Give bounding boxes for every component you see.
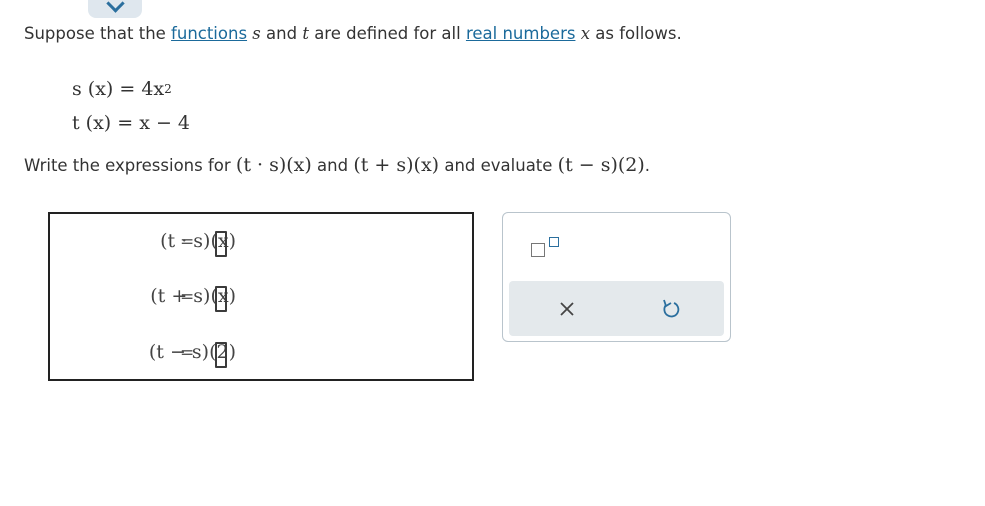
definition-s: s (x) = 4x 2 <box>72 72 190 106</box>
instruction-expr-sum: (t + s)(x) <box>353 154 440 176</box>
clear-button[interactable] <box>553 295 581 323</box>
answer-input-difference[interactable] <box>215 342 227 368</box>
definition-t-expr: t (x) = x − 4 <box>72 111 191 134</box>
definition-s-expr: s (x) = 4x <box>72 77 165 100</box>
intro-and: and <box>260 24 303 43</box>
var-x: x <box>580 24 591 43</box>
instruction-middle: and evaluate <box>439 156 558 175</box>
definition-s-exponent: 2 <box>164 82 172 96</box>
instruction-end: . <box>644 156 651 175</box>
equals-sign: = <box>180 343 195 363</box>
instruction-expr-difference: (t − s)(2) <box>557 154 645 176</box>
var-t: t <box>302 24 309 43</box>
instruction-and: and <box>311 156 354 175</box>
real-numbers-link[interactable]: real numbers <box>466 24 576 43</box>
instruction-expr-product: (t · s)(x) <box>235 154 312 176</box>
instruction-text: Write the expressions for <box>24 156 236 175</box>
instruction: Write the expressions for (t · s)(x) and… <box>24 154 650 176</box>
problem-intro: Suppose that the functions s and t are d… <box>24 24 682 43</box>
collapse-tab[interactable] <box>88 0 142 18</box>
intro-text: Suppose that the <box>24 24 172 43</box>
exponent-box-icon <box>549 237 559 247</box>
undo-button[interactable] <box>657 295 685 323</box>
answer-input-product[interactable] <box>215 231 227 257</box>
functions-link[interactable]: functions <box>171 24 247 43</box>
exponent-template-button[interactable] <box>527 235 567 263</box>
intro-middle: are defined for all <box>308 24 466 43</box>
intro-suffix: as follows. <box>590 24 682 43</box>
answer-row-product: (t · s)(x) = <box>50 224 472 264</box>
math-tool-panel <box>502 212 731 342</box>
action-bar <box>509 281 724 336</box>
function-definitions: s (x) = 4x 2 t (x) = x − 4 <box>72 72 190 140</box>
answer-input-sum[interactable] <box>215 286 227 312</box>
undo-icon <box>663 299 680 318</box>
answer-box: (t · s)(x) = (t + s)(x) = (t − s)(2) = <box>48 212 474 381</box>
equals-sign: = <box>180 287 195 307</box>
var-s: s <box>252 24 261 43</box>
close-icon <box>560 302 574 316</box>
answer-row-difference: (t − s)(2) = <box>50 335 472 375</box>
answer-row-sum: (t + s)(x) = <box>50 279 472 319</box>
equals-sign: = <box>180 232 195 252</box>
exponent-template-icon <box>531 243 545 257</box>
definition-t: t (x) = x − 4 <box>72 106 190 140</box>
chevron-down-icon <box>106 0 125 13</box>
